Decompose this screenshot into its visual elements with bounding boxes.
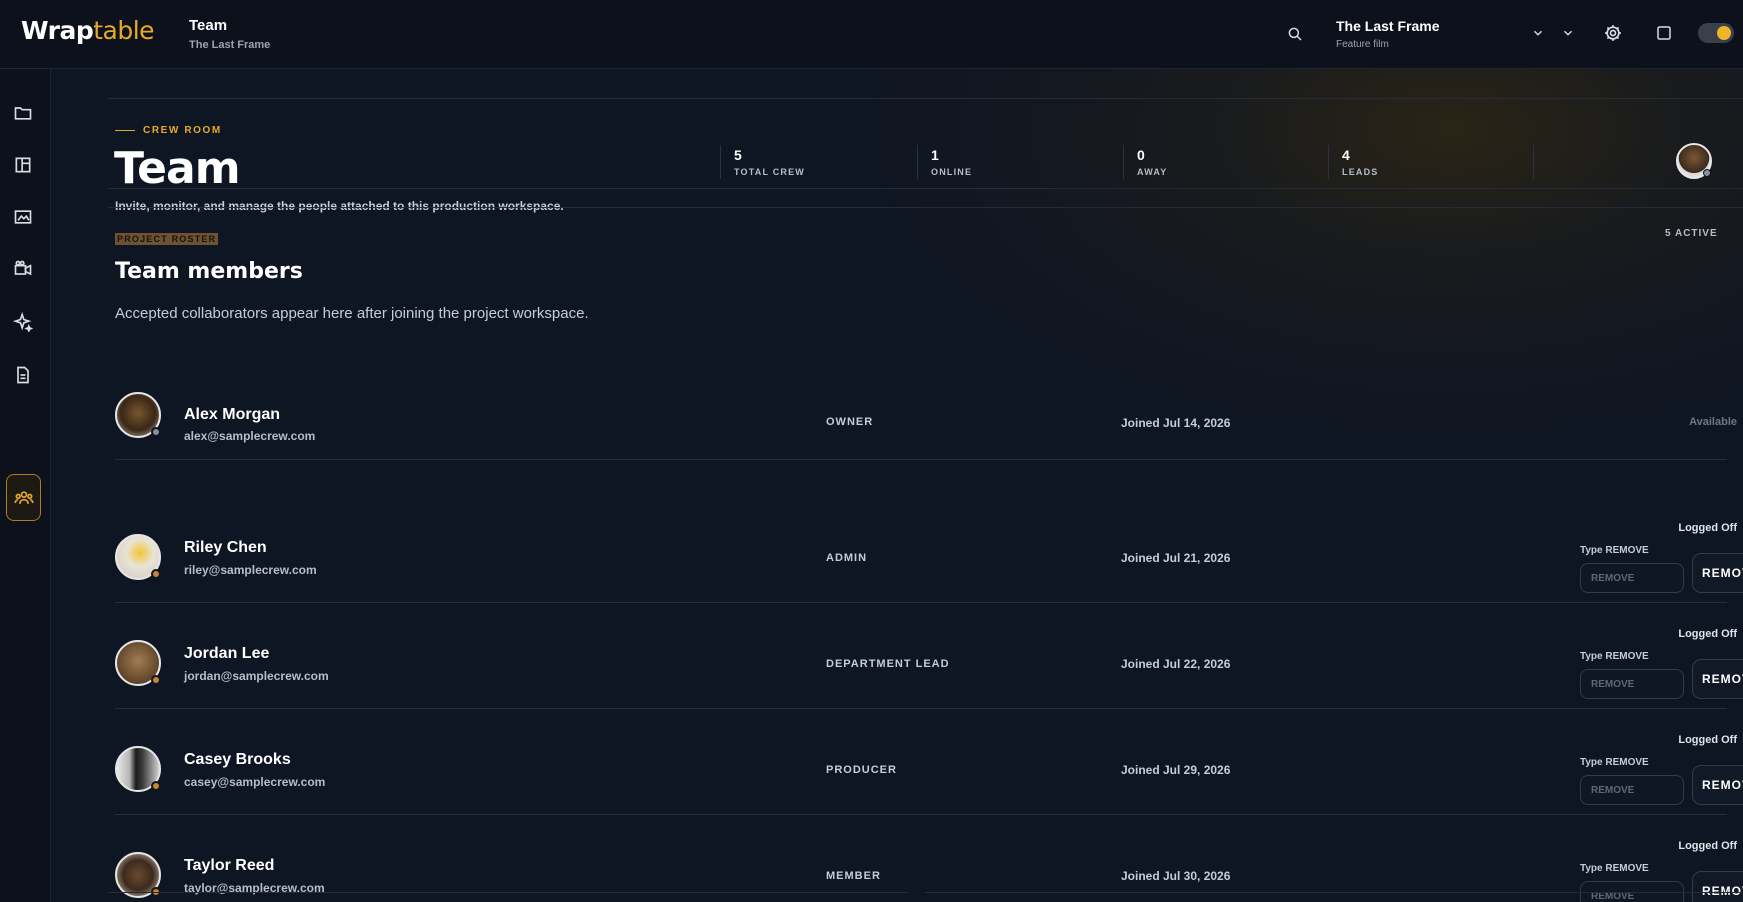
project-name: The Last Frame xyxy=(1336,18,1440,34)
status-badge: Available xyxy=(1689,416,1737,428)
member-joined: Joined Jul 14, 2026 xyxy=(1121,416,1231,430)
stat-value: 4 xyxy=(1342,147,1350,163)
stat-label: LEADS xyxy=(1342,167,1379,177)
chevron-down-icon[interactable] xyxy=(1561,26,1575,40)
member-joined: Joined Jul 22, 2026 xyxy=(1121,657,1231,671)
stat-value: 5 xyxy=(734,147,742,163)
stat-divider xyxy=(1533,145,1547,179)
member-role: ADMIN xyxy=(826,552,868,564)
member-joined: Joined Jul 21, 2026 xyxy=(1121,551,1231,565)
table-row: Jordan Lee jordan@samplecrew.com DEPARTM… xyxy=(115,565,1743,709)
status-badge: Logged Off xyxy=(1678,628,1737,640)
eyebrow-line xyxy=(115,130,135,131)
search-icon[interactable] xyxy=(1286,25,1304,43)
page-title: Team xyxy=(114,143,241,194)
confirm-label: Type REMOVE xyxy=(1580,757,1649,768)
eyebrow: CREW ROOM xyxy=(143,125,222,136)
gear-icon[interactable] xyxy=(1603,23,1623,43)
breadcrumb: Team The Last Frame xyxy=(189,17,270,51)
member-name: Taylor Reed xyxy=(184,857,275,874)
stat-value: 1 xyxy=(931,147,939,163)
divider xyxy=(108,207,1743,208)
breadcrumb-title: Team xyxy=(189,17,228,34)
confirm-label: Type REMOVE xyxy=(1580,651,1649,662)
section-title: Team members xyxy=(115,259,303,284)
logo-primary: Wrap xyxy=(21,16,94,45)
logo-secondary: table xyxy=(93,16,155,45)
confirm-label: Type REMOVE xyxy=(1580,863,1649,874)
folder-icon[interactable] xyxy=(13,103,33,123)
chevron-down-icon[interactable] xyxy=(1531,26,1545,40)
document-icon[interactable] xyxy=(13,365,33,385)
member-joined: Joined Jul 30, 2026 xyxy=(1121,869,1231,883)
stat-label: TOTAL CREW xyxy=(734,167,805,177)
member-name: Riley Chen xyxy=(184,539,267,556)
board-icon[interactable] xyxy=(13,155,33,175)
main-content: CREW ROOM Team Invite, monitor, and mana… xyxy=(51,69,1743,902)
member-role: OWNER xyxy=(826,416,874,428)
project-switcher[interactable]: The Last Frame Feature film xyxy=(1336,18,1439,50)
confirm-label: Type REMOVE xyxy=(1580,545,1649,556)
stat-label: ONLINE xyxy=(931,167,973,177)
stat-label: AWAY xyxy=(1137,167,1168,177)
member-role: DEPARTMENT LEAD xyxy=(826,658,950,670)
divider xyxy=(108,98,1743,99)
page-description: Invite, monitor, and manage the people a… xyxy=(115,199,564,213)
status-badge: Logged Off xyxy=(1678,840,1737,852)
breadcrumb-subtitle: The Last Frame xyxy=(189,39,271,51)
image-icon[interactable] xyxy=(13,207,33,227)
roster-count: 5 ACTIVE xyxy=(1665,228,1718,239)
sidebar-item-team[interactable] xyxy=(6,474,41,521)
stat-total-crew: 5 TOTAL CREW xyxy=(720,145,805,179)
stat-leads: 4 LEADS xyxy=(1328,145,1379,179)
member-joined: Joined Jul 29, 2026 xyxy=(1121,763,1231,777)
member-name: Casey Brooks xyxy=(184,751,291,768)
divider xyxy=(925,892,1743,893)
member-name: Jordan Lee xyxy=(184,645,270,662)
stat-online: 1 ONLINE xyxy=(917,145,972,179)
sidebar xyxy=(0,69,51,902)
square-icon[interactable] xyxy=(1655,24,1673,42)
logo[interactable]: Wraptable xyxy=(21,16,155,45)
remove-button[interactable]: REMOVE xyxy=(1692,871,1743,902)
member-role: MEMBER xyxy=(826,870,881,882)
table-row: Casey Brooks casey@samplecrew.com PRODUC… xyxy=(115,671,1743,815)
team-icon xyxy=(14,491,34,504)
avatar[interactable] xyxy=(1676,143,1712,179)
section-description: Accepted collaborators appear here after… xyxy=(115,305,589,322)
sparkle-icon[interactable] xyxy=(13,312,33,332)
status-dot xyxy=(1703,169,1711,177)
roster-tag: PROJECT ROSTER xyxy=(115,233,219,245)
toggle-knob xyxy=(1717,26,1731,40)
theme-toggle[interactable] xyxy=(1698,23,1734,43)
divider xyxy=(108,188,1743,189)
divider xyxy=(108,892,908,893)
status-badge: Logged Off xyxy=(1678,734,1737,746)
member-role: PRODUCER xyxy=(826,764,897,776)
status-badge: Logged Off xyxy=(1678,522,1737,534)
top-bar: Wraptable Team The Last Frame The Last F… xyxy=(0,0,1743,69)
camera-icon[interactable] xyxy=(13,259,33,279)
table-row: Riley Chen riley@samplecrew.com ADMIN Jo… xyxy=(115,459,1743,603)
member-name: Alex Morgan xyxy=(184,406,281,423)
status-dot xyxy=(151,427,161,437)
stat-away: 0 AWAY xyxy=(1123,145,1167,179)
avatar xyxy=(115,392,161,438)
member-email: alex@samplecrew.com xyxy=(184,429,316,443)
project-type: Feature film xyxy=(1336,39,1389,50)
table-row: Taylor Reed taylor@samplecrew.com MEMBER… xyxy=(115,777,1743,902)
stat-value: 0 xyxy=(1137,147,1145,163)
